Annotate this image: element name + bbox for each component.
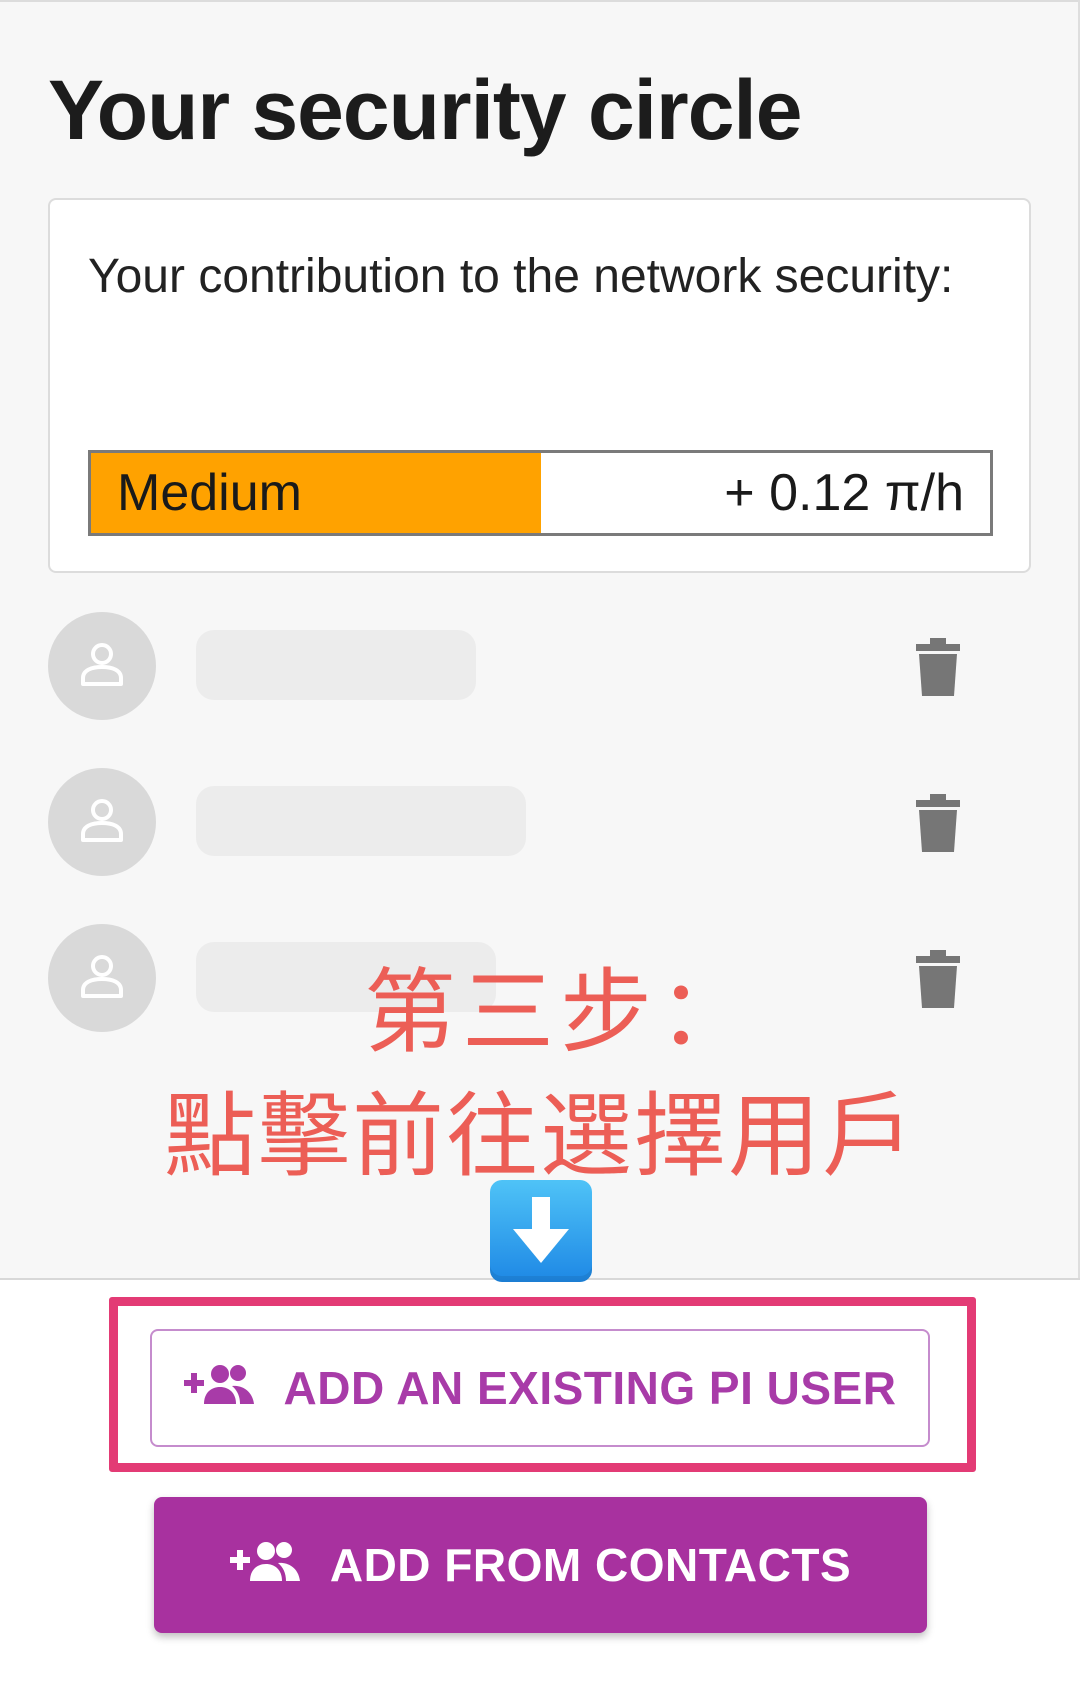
add-existing-pi-user-button[interactable]: ADD AN EXISTING PI USER xyxy=(150,1329,930,1447)
add-people-icon xyxy=(183,1361,258,1415)
member-name-redacted xyxy=(196,786,526,856)
delete-member-button[interactable] xyxy=(916,638,960,696)
avatar xyxy=(48,612,156,720)
add-from-contacts-label: ADD FROM CONTACTS xyxy=(329,1539,852,1591)
annotation-step-title: 第三步： xyxy=(363,959,756,1066)
page-title: Your security circle xyxy=(48,63,802,157)
person-icon xyxy=(81,643,123,686)
contribution-rate: + 0.12 π/h xyxy=(724,464,964,522)
contribution-description: Your contribution to the network securit… xyxy=(88,250,954,303)
add-existing-pi-user-label: ADD AN EXISTING PI USER xyxy=(283,1362,897,1414)
contribution-meter: Medium + 0.12 π/h xyxy=(88,450,993,536)
avatar xyxy=(48,768,156,876)
trash-icon xyxy=(916,638,960,696)
down-arrow-emoji-icon xyxy=(490,1180,592,1282)
member-row xyxy=(48,768,978,876)
member-row xyxy=(48,612,978,720)
add-people-icon xyxy=(229,1538,304,1592)
contribution-card: Your contribution to the network securit… xyxy=(48,198,1031,573)
top-divider xyxy=(0,0,1080,2)
delete-member-button[interactable] xyxy=(916,794,960,852)
add-from-contacts-button[interactable]: ADD FROM CONTACTS xyxy=(154,1497,927,1633)
member-name-redacted xyxy=(196,630,476,700)
annotation-instruction: 點擊前往選擇用戶 xyxy=(163,1083,916,1190)
trash-icon xyxy=(916,794,960,852)
contribution-level-label: Medium xyxy=(117,464,302,522)
person-icon xyxy=(81,799,123,842)
